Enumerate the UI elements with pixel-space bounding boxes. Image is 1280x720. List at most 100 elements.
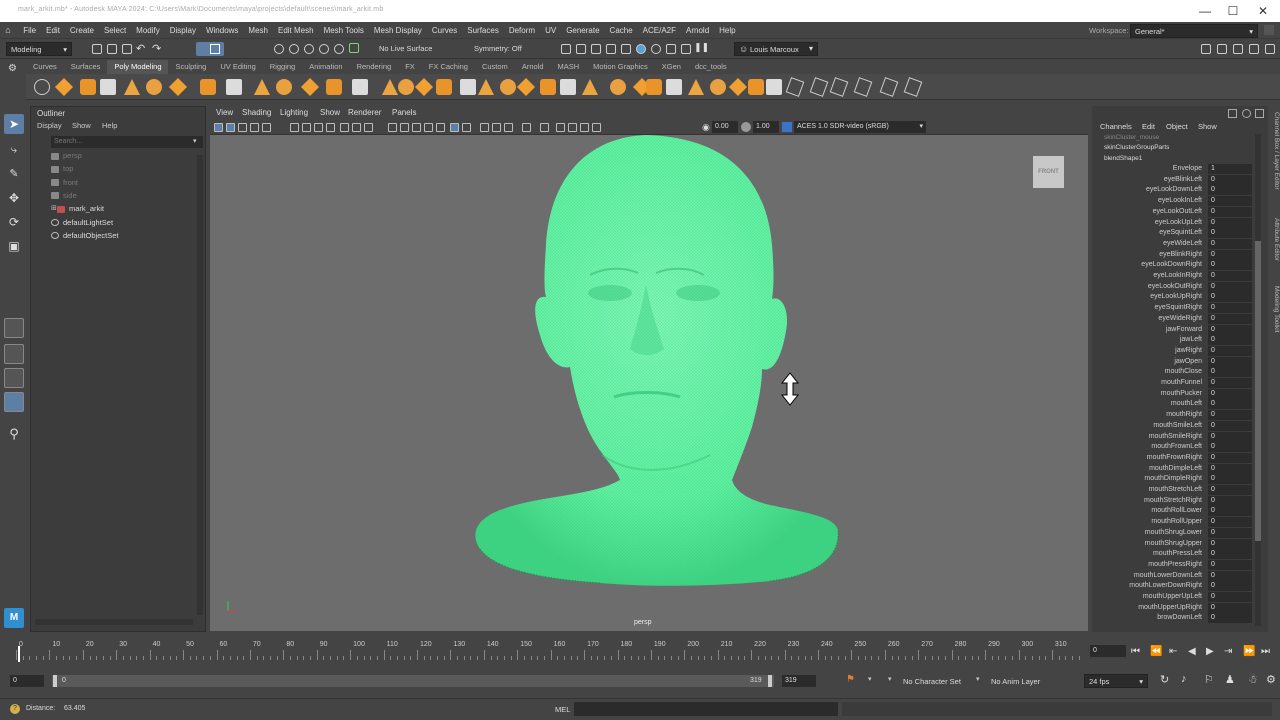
scale-tool-icon[interactable]: ▣	[4, 236, 24, 256]
range-slider-bar[interactable]: 0 319	[52, 675, 774, 687]
menu-display[interactable]: Display	[165, 22, 201, 39]
xray-joints-icon[interactable]	[568, 123, 577, 132]
conform-icon[interactable]	[829, 77, 849, 97]
svg-icon[interactable]	[326, 79, 342, 95]
super-shape-icon[interactable]	[254, 79, 270, 95]
channel-value-field[interactable]: 0	[1208, 399, 1252, 410]
smooth-shade-icon[interactable]	[424, 123, 433, 132]
extrude-icon[interactable]	[500, 79, 516, 95]
attribute-editor-icon[interactable]	[1217, 44, 1227, 54]
combine-icon[interactable]	[352, 79, 368, 95]
single-perspective-layout-icon[interactable]	[4, 318, 24, 338]
object-menu[interactable]: Object	[1166, 122, 1188, 131]
channel-value-field[interactable]: 0	[1208, 281, 1252, 292]
channel-row[interactable]: mouthFunnel 0	[1092, 378, 1252, 389]
channel-value-field[interactable]: 0	[1208, 356, 1252, 367]
channel-box-float-icon[interactable]	[1255, 109, 1264, 118]
key-icon[interactable]: ⚐	[1204, 673, 1214, 686]
node-blend-shape[interactable]: blendShape1	[1104, 155, 1142, 162]
channel-row[interactable]: eyeLookUpRight 0	[1092, 292, 1252, 303]
undo-icon[interactable]: ↶	[136, 42, 145, 55]
move-tool-icon[interactable]: ✥	[4, 188, 24, 208]
close-button[interactable]: ✕	[1250, 2, 1276, 20]
symmetry-label[interactable]: Symmetry: Off	[474, 44, 522, 53]
channel-box-scroll-thumb[interactable]	[1255, 241, 1261, 541]
expand-icon[interactable]: ⊞	[51, 203, 57, 215]
step-forward-frame-icon[interactable]: ⇥	[1224, 646, 1232, 657]
channel-value-field[interactable]: 0	[1208, 249, 1252, 260]
channel-row[interactable]: mouthSmileRight 0	[1092, 431, 1252, 443]
channel-value-field[interactable]: 0	[1208, 196, 1252, 207]
channel-row[interactable]: mouthPressRight 0	[1092, 559, 1252, 571]
viewport-3d[interactable]: FRONT persp	[210, 135, 1088, 631]
channel-value-field[interactable]: 0	[1208, 260, 1252, 271]
outliner-item[interactable]: defaultObjectSet	[51, 230, 201, 242]
user-account-dropdown[interactable]: ☺ Louis Marcoux ▾	[734, 42, 818, 56]
channel-row[interactable]: mouthDimpleLeft 0	[1092, 463, 1252, 475]
channel-row[interactable]: mouthLeft 0	[1092, 399, 1252, 410]
target-weld-icon[interactable]	[646, 79, 662, 95]
safe-title-icon[interactable]	[400, 123, 409, 132]
film-gate-icon[interactable]	[326, 123, 335, 132]
viewport-menu-panels[interactable]: Panels	[392, 108, 416, 117]
channel-row[interactable]: eyeLookInLeft 0	[1092, 196, 1252, 207]
channel-row[interactable]: mouthRollUpper 0	[1092, 517, 1252, 528]
preferences-icon[interactable]: ⚙	[1266, 673, 1276, 686]
poly-torus-icon[interactable]	[146, 79, 162, 95]
platonic-icon[interactable]	[226, 79, 242, 95]
bevel-icon[interactable]	[540, 79, 556, 95]
shelf-tab-poly-modeling[interactable]: Poly Modeling	[107, 60, 169, 74]
new-scene-icon[interactable]	[92, 44, 102, 54]
channel-value-field[interactable]: 0	[1208, 345, 1252, 356]
side-tab-channel-box[interactable]: Channel Box / Layer Editor	[1268, 112, 1280, 190]
bridge-icon[interactable]	[516, 77, 536, 97]
type-icon[interactable]	[300, 77, 320, 97]
camera-attributes-icon[interactable]	[238, 123, 247, 132]
channel-row[interactable]: mouthUpperUpRight 0	[1092, 602, 1252, 614]
auto-key-icon[interactable]: ⚑	[846, 674, 855, 685]
shelf-menu-icon[interactable]	[34, 79, 50, 95]
channel-value-field[interactable]: 0	[1208, 174, 1252, 185]
channel-value-field[interactable]: 0	[1208, 303, 1252, 314]
mode-dropdown[interactable]: Modeling ▾	[6, 42, 72, 56]
chevron-down-icon[interactable]: ▾	[888, 675, 892, 683]
outliner-item[interactable]: ⊞ mark_arkit	[51, 203, 207, 215]
smooth-icon[interactable]	[398, 79, 414, 95]
channel-value-field[interactable]: 0	[1208, 527, 1252, 538]
boolean-icon[interactable]	[414, 77, 434, 97]
shelf-tab-custom[interactable]: Custom	[475, 60, 515, 74]
wireframe-on-shaded-icon[interactable]	[436, 123, 445, 132]
audio-icon[interactable]: ♪	[1181, 673, 1187, 685]
channels-menu[interactable]: Channels	[1100, 122, 1132, 131]
character-set-dropdown[interactable]: No Character Set	[903, 677, 961, 686]
character-icon[interactable]: ♟	[1225, 673, 1235, 686]
open-scene-icon[interactable]	[107, 44, 117, 54]
outliner-item[interactable]: persp	[51, 150, 201, 162]
persp-outliner-layout-icon[interactable]	[4, 392, 24, 412]
bookmark-icon[interactable]	[250, 123, 259, 132]
channel-value-field[interactable]: 0	[1208, 324, 1252, 335]
channel-row[interactable]: eyeWideLeft 0	[1092, 238, 1252, 250]
channel-row[interactable]: mouthFrownLeft 0	[1092, 442, 1252, 453]
mirror-icon[interactable]	[478, 79, 494, 95]
menu-file[interactable]: File	[18, 22, 41, 39]
channel-box-help-icon[interactable]	[1242, 109, 1251, 118]
channel-value-field[interactable]: 0	[1208, 206, 1252, 217]
redo-icon[interactable]: ↷	[152, 42, 161, 55]
play-backward-icon[interactable]: ◀	[1188, 646, 1196, 657]
home-icon[interactable]: ⌂	[0, 22, 16, 39]
channel-row[interactable]: eyeLookDownLeft 0	[1092, 185, 1252, 196]
minimize-button[interactable]: —	[1192, 2, 1218, 20]
show-menu[interactable]: Show	[1198, 122, 1217, 131]
step-forward-key-icon[interactable]: ⏩	[1243, 646, 1255, 657]
crease-icon[interactable]	[853, 77, 873, 97]
shelf-tab-xgen[interactable]: XGen	[655, 60, 688, 74]
menu-help[interactable]: Help	[714, 22, 740, 39]
fps-dropdown[interactable]: 24 fps ▾	[1084, 674, 1148, 688]
arnold-ipr-icon[interactable]	[651, 44, 661, 54]
go-to-start-icon[interactable]: ⏮	[1131, 646, 1140, 657]
menu-deform[interactable]: Deform	[504, 22, 540, 39]
channel-value-field[interactable]: 0	[1208, 228, 1252, 239]
shelf-tab-rendering[interactable]: Rendering	[350, 60, 399, 74]
menu-ace-a2f[interactable]: ACE/A2F	[638, 22, 681, 39]
